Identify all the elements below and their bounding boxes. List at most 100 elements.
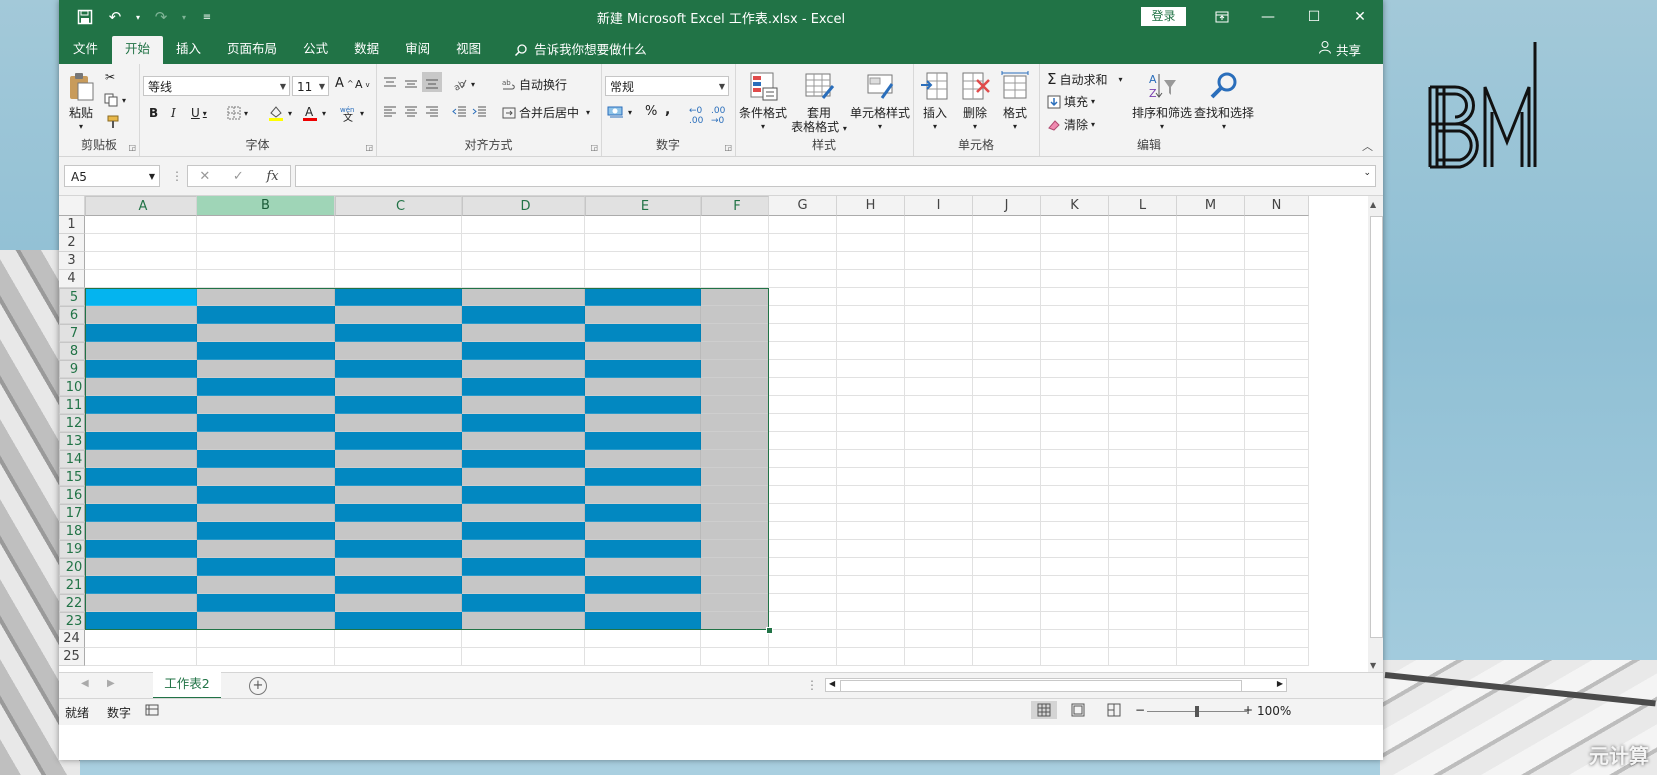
cell-j16[interactable] (973, 486, 1041, 504)
sheet-tab[interactable]: 工作表2 (153, 672, 221, 699)
row-header-2[interactable]: 2 (59, 234, 85, 252)
cell-m23[interactable] (1177, 612, 1245, 630)
cell-i1[interactable] (905, 216, 973, 234)
cell-j1[interactable] (973, 216, 1041, 234)
cell-f18[interactable] (701, 522, 769, 540)
row-header-17[interactable]: 17 (59, 504, 85, 522)
cell-m13[interactable] (1177, 432, 1245, 450)
cell-d7[interactable] (462, 324, 585, 342)
autosum-button[interactable]: Σ 自动求和 ▾ (1047, 70, 1123, 88)
zoom-out-icon[interactable]: − (1135, 703, 1145, 717)
cell-i5[interactable] (905, 288, 973, 306)
cell-e2[interactable] (585, 234, 701, 252)
cell-l23[interactable] (1109, 612, 1177, 630)
cell-e3[interactable] (585, 252, 701, 270)
row-header-9[interactable]: 9 (59, 360, 85, 378)
cell-l9[interactable] (1109, 360, 1177, 378)
cell-c2[interactable] (335, 234, 462, 252)
increase-indent-icon[interactable] (472, 104, 488, 120)
share-button[interactable]: 共享 (1318, 40, 1361, 59)
cell-j23[interactable] (973, 612, 1041, 630)
decrease-font-icon[interactable]: Av (355, 78, 370, 91)
cell-n10[interactable] (1245, 378, 1309, 396)
cell-n20[interactable] (1245, 558, 1309, 576)
cell-m3[interactable] (1177, 252, 1245, 270)
cell-m25[interactable] (1177, 648, 1245, 666)
cell-g17[interactable] (769, 504, 837, 522)
cell-j13[interactable] (973, 432, 1041, 450)
cell-e7[interactable] (585, 324, 701, 342)
cell-l15[interactable] (1109, 468, 1177, 486)
cell-g12[interactable] (769, 414, 837, 432)
cell-h17[interactable] (837, 504, 905, 522)
cell-d10[interactable] (462, 378, 585, 396)
cell-a3[interactable] (85, 252, 197, 270)
cell-c10[interactable] (335, 378, 462, 396)
cell-i8[interactable] (905, 342, 973, 360)
cell-styles-button[interactable]: 单元格样式 ▾ (848, 70, 912, 134)
cell-h4[interactable] (837, 270, 905, 288)
cell-c6[interactable] (335, 306, 462, 324)
row-header-4[interactable]: 4 (59, 270, 85, 288)
cell-a19[interactable] (85, 540, 197, 558)
cell-g14[interactable] (769, 450, 837, 468)
cell-j6[interactable] (973, 306, 1041, 324)
cell-e8[interactable] (585, 342, 701, 360)
cell-j25[interactable] (973, 648, 1041, 666)
row-header-12[interactable]: 12 (59, 414, 85, 432)
cell-g1[interactable] (769, 216, 837, 234)
cell-m1[interactable] (1177, 216, 1245, 234)
cell-h11[interactable] (837, 396, 905, 414)
cell-a22[interactable] (85, 594, 197, 612)
cell-d15[interactable] (462, 468, 585, 486)
cell-j24[interactable] (973, 630, 1041, 648)
cell-f14[interactable] (701, 450, 769, 468)
page-break-view-icon[interactable] (1107, 703, 1121, 717)
cell-b22[interactable] (197, 594, 335, 612)
fill-handle[interactable] (766, 627, 773, 634)
cell-d20[interactable] (462, 558, 585, 576)
cell-d16[interactable] (462, 486, 585, 504)
cell-c17[interactable] (335, 504, 462, 522)
cell-d23[interactable] (462, 612, 585, 630)
zoom-slider-thumb[interactable] (1195, 706, 1199, 717)
cell-b2[interactable] (197, 234, 335, 252)
cell-f11[interactable] (701, 396, 769, 414)
row-header-5[interactable]: 5 (59, 288, 85, 306)
cell-d1[interactable] (462, 216, 585, 234)
cell-k21[interactable] (1041, 576, 1109, 594)
cell-l20[interactable] (1109, 558, 1177, 576)
cell-g19[interactable] (769, 540, 837, 558)
cell-f3[interactable] (701, 252, 769, 270)
save-icon[interactable] (73, 6, 97, 28)
enter-icon[interactable]: ✓ (233, 169, 244, 184)
cell-j10[interactable] (973, 378, 1041, 396)
cell-n18[interactable] (1245, 522, 1309, 540)
cell-n12[interactable] (1245, 414, 1309, 432)
cell-l10[interactable] (1109, 378, 1177, 396)
cell-n1[interactable] (1245, 216, 1309, 234)
cell-e12[interactable] (585, 414, 701, 432)
cell-g20[interactable] (769, 558, 837, 576)
font-launcher-icon[interactable]: ◲ (365, 143, 373, 152)
cell-l7[interactable] (1109, 324, 1177, 342)
cell-c16[interactable] (335, 486, 462, 504)
formula-bar-splitter-icon[interactable]: ⋮ (171, 169, 183, 183)
cell-f8[interactable] (701, 342, 769, 360)
cell-n16[interactable] (1245, 486, 1309, 504)
cell-h6[interactable] (837, 306, 905, 324)
cell-c15[interactable] (335, 468, 462, 486)
formula-input[interactable]: ⌄ (295, 165, 1376, 187)
cell-i17[interactable] (905, 504, 973, 522)
cell-l14[interactable] (1109, 450, 1177, 468)
cell-m15[interactable] (1177, 468, 1245, 486)
cell-m24[interactable] (1177, 630, 1245, 648)
row-header-11[interactable]: 11 (59, 396, 85, 414)
cell-l4[interactable] (1109, 270, 1177, 288)
cell-d25[interactable] (462, 648, 585, 666)
cell-g10[interactable] (769, 378, 837, 396)
column-header-g[interactable]: G (769, 196, 837, 216)
cell-b12[interactable] (197, 414, 335, 432)
cell-m22[interactable] (1177, 594, 1245, 612)
tab-data[interactable]: 数据 (341, 36, 392, 64)
